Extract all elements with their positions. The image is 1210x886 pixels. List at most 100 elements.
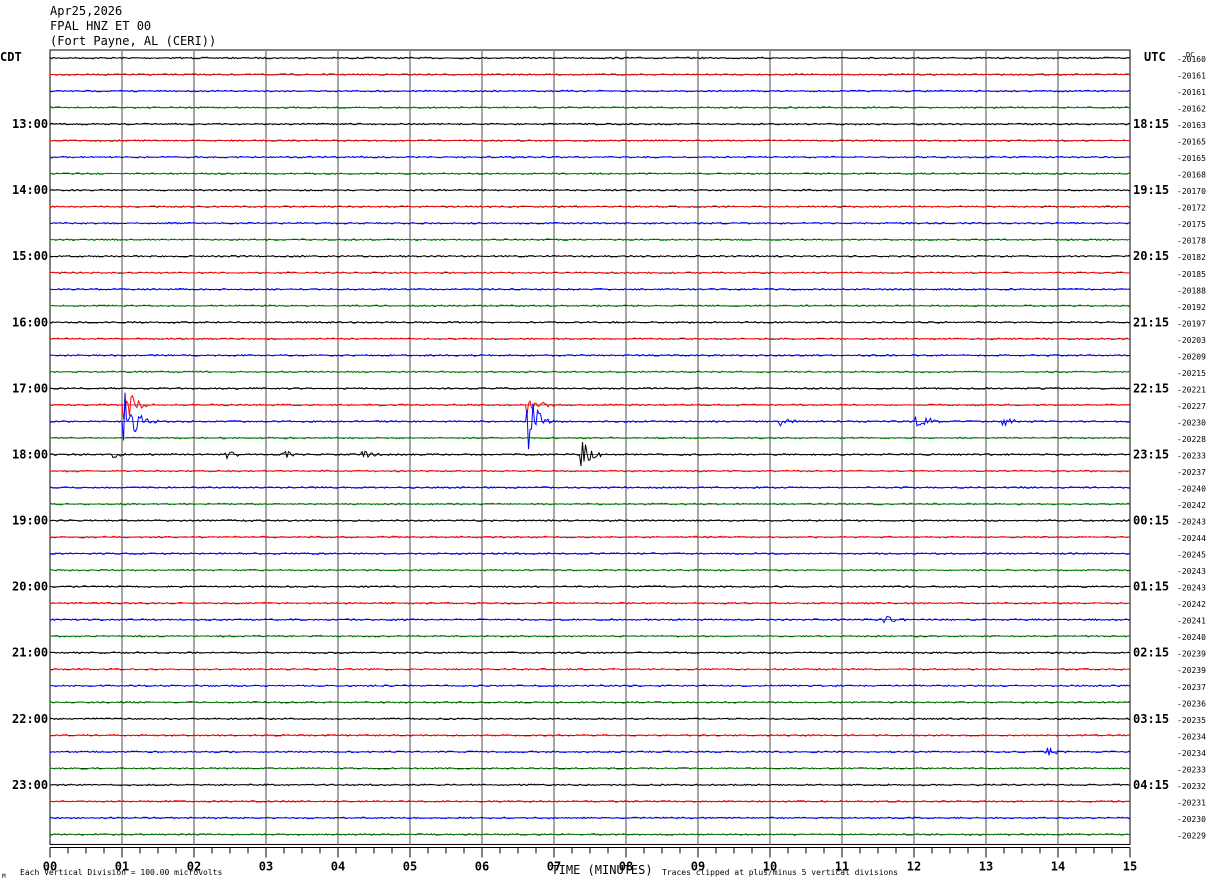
dc-offset-label: -20163 <box>1177 121 1206 130</box>
seismic-trace <box>49 72 1131 76</box>
cdt-hour-label: 17:00 <box>12 381 48 395</box>
x-tick-label: 13 <box>979 859 993 873</box>
utc-hour-label: 22:15 <box>1133 381 1169 395</box>
dc-offset-label: -20233 <box>1177 765 1206 774</box>
utc-hour-label: 18:15 <box>1133 117 1169 131</box>
dc-offset-label: -20242 <box>1177 600 1206 609</box>
dc-offset-label: -20230 <box>1177 815 1206 824</box>
utc-hour-label: 19:15 <box>1133 183 1169 197</box>
dc-offset-label: -20172 <box>1177 204 1206 213</box>
seismic-trace <box>49 783 1131 787</box>
dc-offset-label: -20197 <box>1177 319 1206 328</box>
dc-offset-label: -20245 <box>1177 551 1206 560</box>
dc-offset-label: -20236 <box>1177 699 1206 708</box>
dc-offset-label: -20243 <box>1177 567 1206 576</box>
dc-offset-label: -20243 <box>1177 584 1206 593</box>
seismic-trace <box>49 106 1130 110</box>
dc-offset-label: -20229 <box>1177 831 1206 840</box>
seismic-trace <box>49 733 1131 737</box>
x-tick-label: 12 <box>907 859 921 873</box>
dc-offset-label: -20192 <box>1177 303 1206 312</box>
utc-hour-label: 03:15 <box>1133 712 1169 726</box>
dc-offset-label: -20230 <box>1177 418 1206 427</box>
dc-offset-label: -20239 <box>1177 666 1206 675</box>
scale-note: Each Vertical Division = 100.00 microvol… <box>20 868 222 877</box>
dc-offset-label: -20240 <box>1177 633 1206 642</box>
dc-offset-label: -20244 <box>1177 534 1206 543</box>
dc-header: DC <box>1186 51 1194 59</box>
clip-note: Traces clipped at plus/minus 5 vertical … <box>662 868 898 877</box>
dc-offset-label: -20178 <box>1177 237 1206 246</box>
dc-offset-label: -20234 <box>1177 749 1206 758</box>
cdt-hour-label: 15:00 <box>12 249 48 263</box>
utc-hour-label: 01:15 <box>1133 580 1169 594</box>
dc-offset-label: -20175 <box>1177 220 1206 229</box>
seismic-trace <box>49 238 1131 242</box>
utc-hour-label: 20:15 <box>1133 249 1169 263</box>
seismic-trace <box>49 552 1131 556</box>
dc-offset-label: -20232 <box>1177 782 1206 791</box>
dc-offset-label: -20228 <box>1177 435 1206 444</box>
dc-offset-label: -20209 <box>1177 352 1206 361</box>
x-tick-label: 03 <box>259 859 273 873</box>
cdt-hour-label: 14:00 <box>12 183 48 197</box>
dc-offset-label: -20161 <box>1177 88 1206 97</box>
cdt-hour-label: 23:00 <box>12 778 48 792</box>
utc-hour-label: 04:15 <box>1133 778 1169 792</box>
dc-offset-label: -20227 <box>1177 402 1206 411</box>
utc-hour-label: 00:15 <box>1133 514 1169 528</box>
dc-offset-label: -20170 <box>1177 187 1206 196</box>
dc-offset-label: -20165 <box>1177 154 1206 163</box>
utc-hour-label: 23:15 <box>1133 447 1169 461</box>
dc-offset-label: -20185 <box>1177 270 1206 279</box>
dc-offset-label: -20221 <box>1177 385 1206 394</box>
dc-offset-label: -20161 <box>1177 72 1206 81</box>
dc-offset-label: -20240 <box>1177 485 1206 494</box>
seismic-trace <box>49 188 1131 192</box>
seismic-trace <box>49 601 1131 605</box>
seismic-trace <box>49 394 1131 419</box>
utc-hour-label: 21:15 <box>1133 315 1169 329</box>
x-tick-label: 15 <box>1123 859 1137 873</box>
x-tick-label: 05 <box>403 859 417 873</box>
corner-mark: M <box>2 873 6 880</box>
x-axis-title: TIME (MINUTES) <box>551 863 652 877</box>
seismic-trace <box>49 55 1131 60</box>
cdt-hour-label: 19:00 <box>12 514 48 528</box>
dc-offset-label: -20239 <box>1177 650 1206 659</box>
cdt-hour-label: 21:00 <box>12 646 48 660</box>
dc-offset-label: -20168 <box>1177 171 1206 180</box>
helicorder-plot: -20160-20161-20161-20162-20163-20165-201… <box>0 49 1206 880</box>
x-tick-label: 06 <box>475 859 489 873</box>
seismic-trace <box>49 634 1130 638</box>
dc-offset-label: -20215 <box>1177 369 1206 378</box>
dc-offset-label: -20237 <box>1177 468 1206 477</box>
dc-offset-label: -20162 <box>1177 105 1206 114</box>
right-timezone-label: UTC <box>1144 50 1166 64</box>
dc-offset-label: -20243 <box>1177 518 1206 527</box>
dc-offset-label: -20235 <box>1177 716 1206 725</box>
cdt-hour-label: 22:00 <box>12 712 48 726</box>
dc-offset-label: -20241 <box>1177 617 1206 626</box>
dc-offset-label: -20203 <box>1177 336 1206 345</box>
dc-offset-label: -20237 <box>1177 683 1206 692</box>
cdt-hour-label: 20:00 <box>12 580 48 594</box>
dc-offset-label: -20182 <box>1177 253 1206 262</box>
cdt-hour-label: 16:00 <box>12 315 48 329</box>
dc-offset-label: -20242 <box>1177 501 1206 510</box>
seismic-trace <box>49 469 1131 473</box>
seismic-trace <box>49 519 1131 523</box>
seismic-trace <box>49 816 1131 820</box>
left-timezone-label: CDT <box>0 50 22 64</box>
utc-hour-label: 02:15 <box>1133 646 1169 660</box>
cdt-hour-label: 13:00 <box>12 117 48 131</box>
x-tick-label: 14 <box>1051 859 1065 873</box>
seismic-trace <box>49 320 1131 324</box>
seismic-trace <box>49 441 1131 467</box>
dc-offset-label: -20165 <box>1177 138 1206 147</box>
seismic-trace <box>49 392 1131 450</box>
dc-offset-label: -20234 <box>1177 732 1206 741</box>
dc-offset-label: -20233 <box>1177 451 1206 460</box>
seismic-trace <box>49 684 1131 688</box>
x-tick-label: 04 <box>331 859 345 873</box>
